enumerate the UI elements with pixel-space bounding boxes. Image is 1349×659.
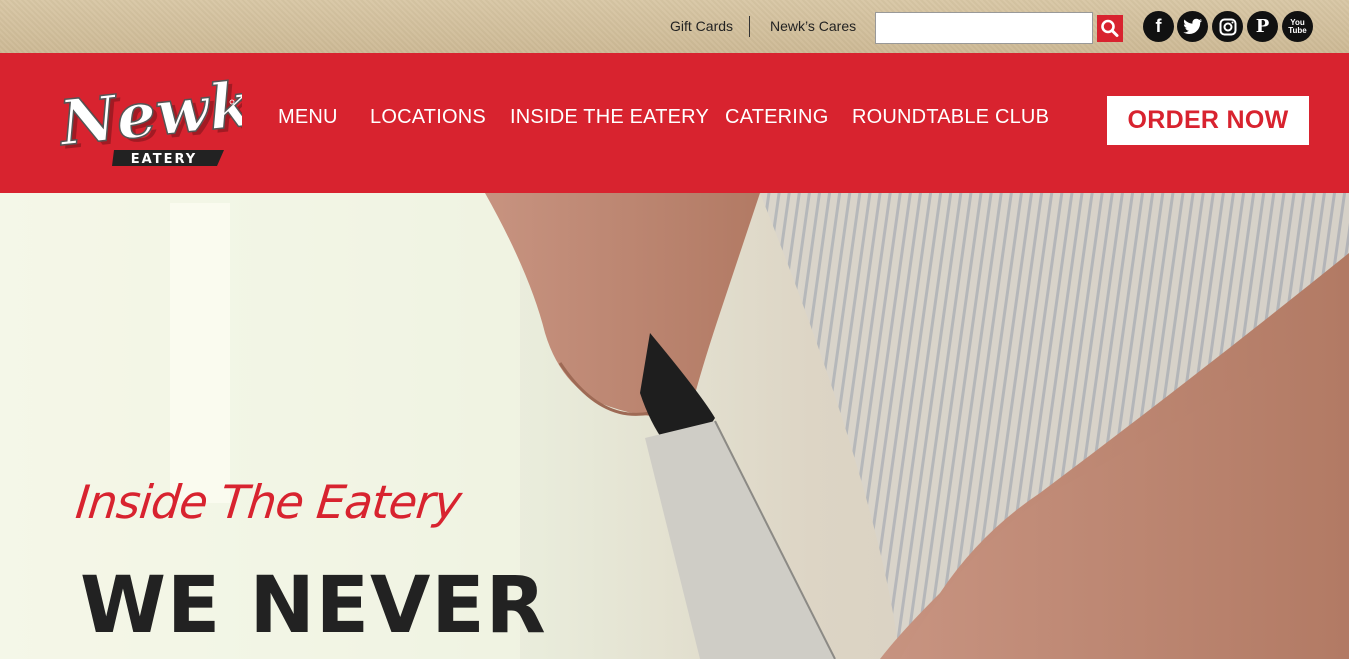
- search-input[interactable]: [875, 12, 1093, 44]
- youtube-tube-text: Tube: [1288, 25, 1307, 35]
- search-button[interactable]: [1097, 15, 1123, 42]
- twitter-bird-glyph: [1182, 18, 1202, 34]
- facebook-icon[interactable]: f: [1143, 11, 1174, 42]
- nav-item-locations[interactable]: LOCATIONS: [370, 106, 486, 129]
- nav-item-menu[interactable]: MENU: [278, 106, 338, 129]
- main-nav: Newk's Newk's EATERY MENU LOCATIONS INSI…: [0, 53, 1349, 193]
- nav-item-catering[interactable]: CATERING: [725, 106, 828, 129]
- utility-divider: [749, 16, 750, 37]
- hero-banner: Inside The Eatery WE NEVER: [0, 193, 1349, 659]
- newks-eatery-logo[interactable]: Newk's Newk's EATERY: [52, 58, 242, 183]
- gift-cards-link[interactable]: Gift Cards: [670, 18, 733, 34]
- nav-item-roundtable-club[interactable]: ROUNDTABLE CLUB: [852, 106, 1049, 129]
- logo-subtext: EATERY: [131, 152, 197, 167]
- search-icon: [1101, 19, 1119, 37]
- hero-heading: WE NEVER: [80, 561, 547, 651]
- order-now-button[interactable]: ORDER NOW: [1107, 96, 1309, 145]
- newks-cares-link[interactable]: Newk’s Cares: [770, 18, 856, 34]
- nav-item-inside-the-eatery[interactable]: INSIDE THE EATERY: [510, 106, 709, 129]
- youtube-icon[interactable]: You Tube: [1282, 11, 1313, 42]
- twitter-icon[interactable]: [1177, 11, 1208, 42]
- hero-script-title: Inside The Eatery: [73, 475, 464, 529]
- utility-bar: Gift Cards Newk’s Cares f P You Tube: [0, 0, 1349, 53]
- pinterest-icon[interactable]: P: [1247, 11, 1278, 42]
- instagram-icon[interactable]: [1212, 11, 1243, 42]
- instagram-camera-glyph: [1219, 18, 1236, 35]
